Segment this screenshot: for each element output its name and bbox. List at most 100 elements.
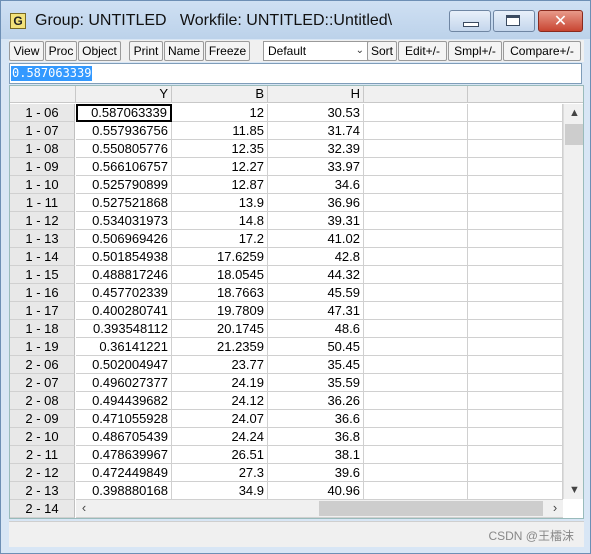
maximize-button[interactable] (493, 10, 535, 32)
display-type-dropdown[interactable]: Default ⌄ (263, 41, 369, 61)
table-cell-h[interactable]: 41.02 (268, 230, 364, 248)
table-cell-y[interactable]: 0.486705439 (76, 428, 172, 446)
table-cell-empty[interactable] (468, 410, 563, 428)
row-label[interactable]: 1 - 17 (10, 302, 75, 320)
table-cell-b[interactable]: 23.77 (172, 356, 268, 374)
table-cell-empty[interactable] (364, 104, 468, 122)
table-cell-empty[interactable] (364, 446, 468, 464)
row-label[interactable]: 1 - 15 (10, 266, 75, 284)
table-cell-h[interactable]: 39.6 (268, 464, 364, 482)
row-label[interactable]: 1 - 09 (10, 158, 75, 176)
close-button[interactable]: ✕ (538, 10, 583, 32)
table-cell-h[interactable]: 45.59 (268, 284, 364, 302)
row-label[interactable]: 1 - 19 (10, 338, 75, 356)
table-cell-b[interactable]: 17.6259 (172, 248, 268, 266)
table-cell-empty[interactable] (468, 194, 563, 212)
row-label[interactable]: 1 - 18 (10, 320, 75, 338)
table-cell-h[interactable]: 50.45 (268, 338, 364, 356)
table-cell-y[interactable]: 0.587063339 (76, 104, 172, 122)
row-label[interactable]: 1 - 14 (10, 248, 75, 266)
horizontal-scroll-thumb[interactable] (319, 501, 543, 516)
table-cell-y[interactable]: 0.501854938 (76, 248, 172, 266)
row-label[interactable]: 1 - 10 (10, 176, 75, 194)
table-cell-y[interactable]: 0.527521868 (76, 194, 172, 212)
table-cell-empty[interactable] (468, 356, 563, 374)
table-cell-b[interactable]: 24.19 (172, 374, 268, 392)
table-cell-b[interactable]: 24.07 (172, 410, 268, 428)
row-label[interactable]: 2 - 13 (10, 482, 75, 500)
table-cell-h[interactable]: 44.32 (268, 266, 364, 284)
column-header-y[interactable]: Y (76, 86, 172, 103)
table-cell-empty[interactable] (364, 176, 468, 194)
table-cell-h[interactable]: 33.97 (268, 158, 364, 176)
table-cell-b[interactable]: 34.9 (172, 482, 268, 500)
table-cell-b[interactable]: 24.24 (172, 428, 268, 446)
table-cell-empty[interactable] (468, 374, 563, 392)
table-cell-empty[interactable] (364, 230, 468, 248)
table-cell-h[interactable]: 36.26 (268, 392, 364, 410)
table-cell-empty[interactable] (468, 428, 563, 446)
table-cell-h[interactable]: 35.59 (268, 374, 364, 392)
row-label[interactable]: 1 - 16 (10, 284, 75, 302)
row-label[interactable]: 1 - 11 (10, 194, 75, 212)
table-cell-empty[interactable] (364, 392, 468, 410)
row-label[interactable]: 2 - 11 (10, 446, 75, 464)
row-label[interactable]: 2 - 12 (10, 464, 75, 482)
table-cell-b[interactable]: 18.0545 (172, 266, 268, 284)
table-cell-empty[interactable] (364, 356, 468, 374)
cell-edit-value[interactable]: 0.587063339 (11, 66, 93, 81)
table-cell-empty[interactable] (468, 338, 563, 356)
object-button[interactable]: Object (78, 41, 121, 61)
table-cell-b[interactable]: 13.9 (172, 194, 268, 212)
table-cell-b[interactable]: 21.2359 (172, 338, 268, 356)
table-cell-y[interactable]: 0.457702339 (76, 284, 172, 302)
scroll-right-icon[interactable]: › (547, 500, 563, 517)
view-button[interactable]: View (9, 41, 44, 61)
table-cell-empty[interactable] (468, 176, 563, 194)
table-cell-y[interactable]: 0.472449849 (76, 464, 172, 482)
table-cell-b[interactable]: 24.12 (172, 392, 268, 410)
row-label[interactable]: 1 - 07 (10, 122, 75, 140)
cell-edit-field[interactable]: 0.587063339 (9, 63, 582, 84)
table-cell-empty[interactable] (468, 104, 563, 122)
table-cell-b[interactable]: 12 (172, 104, 268, 122)
table-cell-empty[interactable] (468, 446, 563, 464)
table-cell-empty[interactable] (468, 392, 563, 410)
table-cell-h[interactable]: 35.45 (268, 356, 364, 374)
row-label[interactable]: 1 - 12 (10, 212, 75, 230)
table-cell-empty[interactable] (364, 374, 468, 392)
table-cell-b[interactable]: 18.7663 (172, 284, 268, 302)
title-bar[interactable]: G Group: UNTITLED Workfile: UNTITLED::Un… (1, 1, 590, 39)
vertical-scrollbar[interactable]: ▲ ▼ (563, 104, 583, 499)
table-cell-y[interactable]: 0.502004947 (76, 356, 172, 374)
row-label[interactable]: 2 - 08 (10, 392, 75, 410)
print-button[interactable]: Print (129, 41, 163, 61)
table-cell-empty[interactable] (468, 464, 563, 482)
table-cell-b[interactable]: 27.3 (172, 464, 268, 482)
table-cell-empty[interactable] (364, 428, 468, 446)
table-cell-y[interactable]: 0.566106757 (76, 158, 172, 176)
minimize-button[interactable] (449, 10, 491, 32)
table-cell-h[interactable]: 38.1 (268, 446, 364, 464)
sort-button[interactable]: Sort (367, 41, 397, 61)
table-cell-empty[interactable] (364, 482, 468, 500)
table-cell-b[interactable]: 14.8 (172, 212, 268, 230)
column-header-empty[interactable] (364, 86, 468, 103)
table-cell-h[interactable]: 36.6 (268, 410, 364, 428)
column-header-b[interactable]: B (172, 86, 268, 103)
table-cell-y[interactable]: 0.393548112 (76, 320, 172, 338)
table-cell-empty[interactable] (364, 302, 468, 320)
table-cell-empty[interactable] (364, 284, 468, 302)
table-cell-h[interactable]: 39.31 (268, 212, 364, 230)
table-cell-empty[interactable] (364, 140, 468, 158)
table-cell-empty[interactable] (364, 320, 468, 338)
table-cell-b[interactable]: 11.85 (172, 122, 268, 140)
table-cell-y[interactable]: 0.398880168 (76, 482, 172, 500)
compare-toggle-button[interactable]: Compare+/- (503, 41, 581, 61)
table-cell-h[interactable]: 36.8 (268, 428, 364, 446)
table-cell-empty[interactable] (468, 266, 563, 284)
table-cell-h[interactable]: 30.53 (268, 104, 364, 122)
column-header-h[interactable]: H (268, 86, 364, 103)
row-label[interactable]: 1 - 08 (10, 140, 75, 158)
sample-toggle-button[interactable]: Smpl+/- (448, 41, 502, 61)
